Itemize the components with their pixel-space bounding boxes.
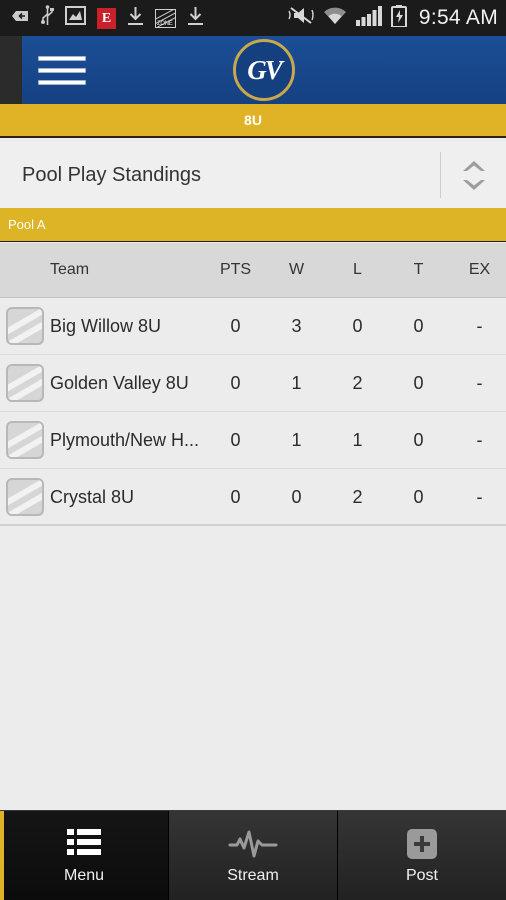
plus-icon-shape <box>407 828 437 859</box>
cell-w: 3 <box>291 315 302 336</box>
battery-charging-icon <box>390 4 407 32</box>
tab-stream-label: Stream <box>227 866 279 884</box>
table-header-row: Team PTS W L T EX <box>0 243 506 298</box>
cell-l: 2 <box>352 486 363 507</box>
age-group-bar: 8U <box>0 104 506 138</box>
zone-app-icon: ZONE <box>155 8 176 28</box>
mute-vibrate-icon <box>288 5 314 31</box>
table-row[interactable]: Big Willow 8U 0 3 0 0 - <box>0 298 506 355</box>
tab-post-label: Post <box>405 866 438 884</box>
standings-spinner[interactable]: Pool Play Standings <box>0 142 506 208</box>
hamburger-bar-3 <box>38 79 86 85</box>
hamburger-bar-2 <box>38 67 86 73</box>
download-icon <box>127 6 144 31</box>
team-placeholder-icon <box>0 307 50 345</box>
table-row[interactable]: Golden Valley 8U 0 1 2 0 - <box>0 355 506 412</box>
list-row-3 <box>67 848 101 855</box>
standings-table: Team PTS W L T EX Big Willow 8U 0 3 0 0 … <box>0 243 506 526</box>
team-icon-shape <box>6 307 44 345</box>
cell-team: Plymouth/New H... <box>50 429 200 450</box>
gv-team-logo[interactable]: GV <box>233 39 295 101</box>
tab-menu-label: Menu <box>63 866 105 884</box>
cell-t: 0 <box>413 486 424 507</box>
pulse-icon <box>228 827 278 861</box>
list-icon-shape <box>67 828 101 859</box>
cell-team: Golden Valley 8U <box>50 372 189 393</box>
bottom-tab-bar: Menu Stream Post <box>0 810 506 900</box>
cell-l: 1 <box>352 429 363 450</box>
team-icon-shape <box>6 478 44 516</box>
column-header-ex: EX <box>468 261 491 278</box>
status-bar-clock: 9:54 AM <box>418 6 498 29</box>
cell-w: 1 <box>291 429 302 450</box>
download-icon-2 <box>187 6 204 31</box>
chevron-down-icon <box>462 179 485 190</box>
tab-stream[interactable]: Stream <box>168 811 337 900</box>
column-header-pts: PTS <box>219 261 252 278</box>
team-icon-shape <box>6 364 44 402</box>
cell-ex: - <box>476 315 483 336</box>
hamburger-icon[interactable] <box>38 53 86 87</box>
team-placeholder-icon <box>0 478 50 516</box>
cell-team: Crystal 8U <box>50 486 135 507</box>
usb-icon <box>41 4 54 32</box>
logo-text: GV <box>247 54 282 85</box>
status-bar-left-icons: E ZONE <box>10 4 204 32</box>
table-row[interactable]: Plymouth/New H... 0 1 1 0 - <box>0 412 506 469</box>
list-row-1 <box>67 828 101 835</box>
logo-ring: GV <box>233 39 295 101</box>
cell-ex: - <box>476 372 483 393</box>
cell-pts: 0 <box>230 486 241 507</box>
age-group-label: 8U <box>244 112 262 128</box>
wifi-icon <box>322 6 348 31</box>
chevron-up-down-icon[interactable] <box>441 142 506 208</box>
table-row[interactable]: Crystal 8U 0 0 2 0 - <box>0 469 506 526</box>
status-bar-right-icons: 9:54 AM <box>288 4 498 32</box>
back-sdcard-icon <box>10 8 30 29</box>
chevron-up-icon <box>462 160 485 171</box>
cell-l: 0 <box>352 315 363 336</box>
cell-pts: 0 <box>230 429 241 450</box>
tab-accent-bar <box>0 811 4 900</box>
cell-w: 1 <box>291 372 302 393</box>
cell-t: 0 <box>413 429 424 450</box>
pulse-icon-shape <box>228 830 278 857</box>
e-app-icon: E <box>97 7 116 29</box>
team-placeholder-icon <box>0 421 50 459</box>
cell-l: 2 <box>352 372 363 393</box>
list-icon <box>67 827 101 861</box>
drawer-peek-strip[interactable] <box>0 36 22 104</box>
pool-section-header: Pool A <box>0 208 506 242</box>
status-bar: E ZONE 9:54 AM <box>0 0 506 36</box>
cell-pts: 0 <box>230 315 241 336</box>
plus-icon <box>407 827 437 861</box>
page-title: Pool Play Standings <box>22 163 202 186</box>
hamburger-bar-1 <box>38 55 86 61</box>
app-root: E ZONE 9:54 AM GV 8U Pool Play Standings… <box>0 0 506 900</box>
list-row-2 <box>67 838 101 845</box>
column-header-l: L <box>353 261 362 278</box>
screenshot-icon <box>65 6 86 30</box>
cell-w: 0 <box>291 486 302 507</box>
cell-t: 0 <box>413 372 424 393</box>
column-header-t: T <box>413 261 424 278</box>
cell-ex: - <box>476 486 483 507</box>
column-header-w: W <box>288 261 305 278</box>
cell-pts: 0 <box>230 372 241 393</box>
pool-section-label: Pool A <box>8 217 46 232</box>
tab-post[interactable]: Post <box>337 811 506 900</box>
team-placeholder-icon <box>0 364 50 402</box>
cell-ex: - <box>476 429 483 450</box>
cell-team: Big Willow 8U <box>50 315 162 336</box>
tab-menu[interactable]: Menu <box>0 811 168 900</box>
action-bar: GV <box>22 36 506 104</box>
team-icon-shape <box>6 421 44 459</box>
signal-icon <box>355 5 383 31</box>
content-empty-area <box>0 526 506 810</box>
zone-icon-label: ZONE <box>157 20 173 27</box>
column-header-team: Team <box>50 261 90 278</box>
cell-t: 0 <box>413 315 424 336</box>
